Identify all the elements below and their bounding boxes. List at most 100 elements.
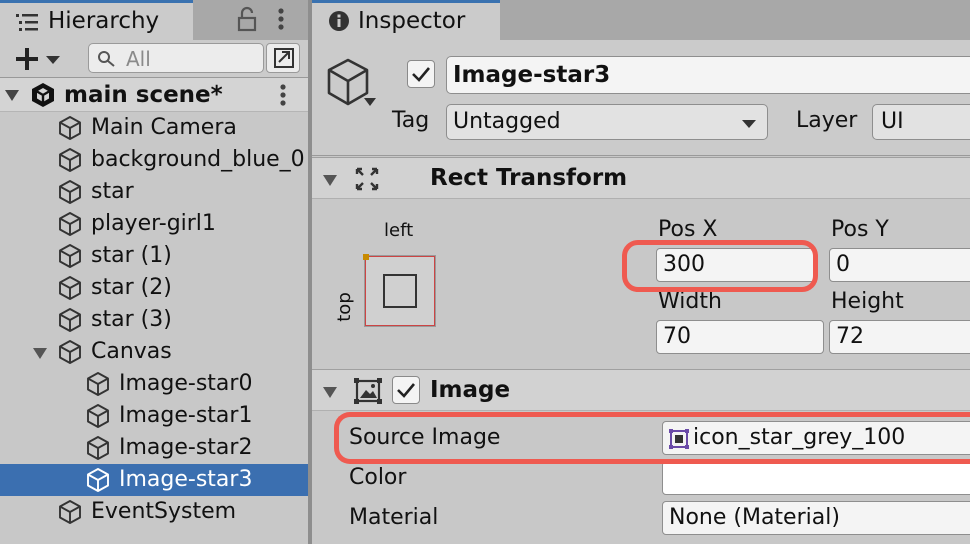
object-name-value: Image-star3 (453, 62, 611, 88)
anchor-horizontal-label: left (384, 220, 414, 241)
fold-down-icon[interactable] (322, 173, 338, 187)
hierarchy-item-label: Image-star2 (119, 435, 253, 460)
hierarchy-item[interactable]: star (3) (0, 304, 308, 336)
tab-hierarchy[interactable]: Hierarchy (0, 0, 193, 40)
gameobject-cube-icon (87, 468, 109, 492)
hierarchy-item[interactable]: Main Camera (0, 112, 308, 144)
tag-value: Untagged (453, 109, 561, 134)
color-field[interactable] (662, 461, 970, 495)
hierarchy-item-label: background_blue_0 (91, 147, 305, 172)
active-checkbox[interactable] (407, 60, 435, 88)
image-component-header[interactable]: Image (312, 369, 970, 411)
scene-picker-icon (274, 48, 294, 68)
material-value: None (Material) (669, 505, 840, 530)
rect-transform-header[interactable]: Rect Transform (312, 157, 970, 199)
anchor-presets-button[interactable] (363, 254, 436, 327)
gameobject-cube-icon (59, 244, 81, 268)
image-component-icon (354, 378, 382, 404)
checkmark-icon (412, 67, 430, 82)
rect-transform-title: Rect Transform (430, 165, 628, 191)
hierarchy-item[interactable]: Image-star1 (0, 400, 308, 432)
search-icon (98, 51, 115, 67)
inspector-panel: Inspector Image-star3 Tag Untagged Layer… (312, 0, 970, 544)
hierarchy-item-selected[interactable]: Image-star3 (0, 464, 308, 496)
hierarchy-item[interactable]: star (2) (0, 272, 308, 304)
source-image-highlight-annotation (334, 412, 970, 464)
scene-visibility-button[interactable] (266, 43, 300, 73)
gameobject-cube-icon (59, 308, 81, 332)
hierarchy-item[interactable]: Image-star2 (0, 432, 308, 464)
kebab-icon[interactable] (276, 6, 286, 32)
tab-inspector-label: Inspector (358, 8, 466, 34)
hierarchy-item-label: Image-star0 (119, 371, 253, 396)
gameobject-cube-icon (87, 372, 109, 396)
object-name-field[interactable]: Image-star3 (446, 56, 970, 94)
hierarchy-item-label: star (1) (91, 243, 172, 268)
pos-y-label: Pos Y (831, 217, 889, 242)
inspector-tabbar: Inspector (312, 0, 970, 40)
pos-x-highlight-annotation (622, 240, 818, 292)
gameobject-cube-icon (59, 500, 81, 524)
gameobject-cube-icon (87, 404, 109, 428)
hierarchy-item[interactable]: player-girl1 (0, 208, 308, 240)
tag-dropdown[interactable]: Untagged (446, 104, 768, 140)
icon-dropdown-caret[interactable] (364, 98, 376, 106)
hierarchy-item[interactable]: star (0, 176, 308, 208)
gameobject-cube-icon (87, 436, 109, 460)
gameobject-cube-icon (59, 276, 81, 300)
hierarchy-item-label: Image-star3 (119, 467, 253, 492)
rect-transform-icon (355, 167, 379, 191)
info-icon (329, 11, 349, 31)
image-enabled-checkbox[interactable] (392, 376, 420, 404)
color-label: Color (349, 465, 407, 490)
hierarchy-item[interactable]: background_blue_0 (0, 144, 308, 176)
unity-logo-icon (32, 83, 54, 107)
fold-down-icon[interactable] (32, 346, 48, 360)
material-label: Material (349, 505, 439, 530)
gameobject-cube-icon (59, 212, 81, 236)
scene-row[interactable]: main scene* (0, 78, 308, 112)
anchor-pivot-marker (363, 254, 369, 260)
scene-kebab-icon[interactable] (278, 82, 288, 108)
height-field[interactable]: 72 (829, 320, 970, 354)
anchor-vertical-label: top (333, 292, 355, 322)
width-field[interactable]: 70 (656, 320, 824, 354)
gameobject-cube-icon (59, 116, 81, 140)
layer-dropdown[interactable]: UI (872, 104, 970, 140)
hierarchy-item-label: EventSystem (91, 499, 237, 524)
width-label: Width (658, 289, 722, 314)
object-header: Image-star3 Tag Untagged Layer UI (312, 40, 970, 156)
tab-inspector[interactable]: Inspector (312, 0, 500, 40)
pos-y-field[interactable]: 0 (829, 248, 970, 282)
pos-y-value: 0 (836, 252, 850, 277)
hierarchy-item-label: Canvas (91, 339, 172, 364)
height-value: 72 (836, 324, 864, 349)
hierarchy-item[interactable]: Image-star0 (0, 368, 308, 400)
fold-down-icon[interactable] (4, 88, 20, 102)
gameobject-cube-icon (59, 340, 81, 364)
rect-transform-body: left top Pos X Pos Y 300 0 Width Height … (312, 200, 970, 368)
image-component-body: Source Image icon_star_grey_100 Color Ma… (312, 412, 970, 544)
gameobject-cube-icon (59, 180, 81, 204)
hierarchy-item[interactable]: star (1) (0, 240, 308, 272)
hierarchy-item-label: player-girl1 (91, 211, 216, 236)
material-field[interactable]: None (Material) (662, 501, 970, 535)
hierarchy-item-label: star (2) (91, 275, 172, 300)
hierarchy-item[interactable]: Canvas (0, 336, 308, 368)
search-input[interactable]: All (88, 43, 264, 73)
height-label: Height (831, 289, 904, 314)
scene-name: main scene* (64, 82, 223, 108)
gameobject-cube-icon (59, 148, 81, 172)
hierarchy-item-label: Image-star1 (119, 403, 253, 428)
hierarchy-tabbar: Hierarchy (0, 0, 308, 40)
hierarchy-item-label: Main Camera (91, 115, 237, 140)
hierarchy-item-label: star (91, 179, 134, 204)
fold-down-icon[interactable] (322, 385, 338, 399)
width-value: 70 (663, 324, 691, 349)
tab-hierarchy-label: Hierarchy (48, 8, 160, 34)
hierarchy-panel: Hierarchy All main scene* Main Camera ba… (0, 0, 308, 544)
hierarchy-item[interactable]: EventSystem (0, 496, 308, 528)
tag-label: Tag (392, 108, 430, 133)
lock-icon[interactable] (236, 6, 258, 32)
add-dropdown-button[interactable] (14, 45, 66, 73)
